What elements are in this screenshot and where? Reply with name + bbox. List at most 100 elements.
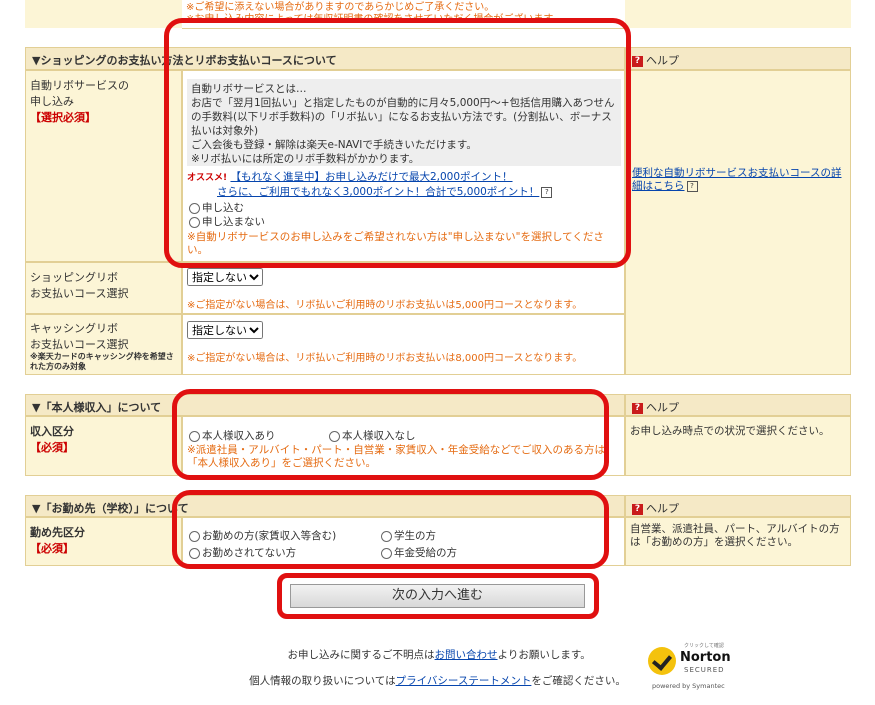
work-help-cell: 自営業、派遣社員、パート、アルバイトの方は「お勤めの方」を選択ください。 <box>625 517 851 566</box>
radio-circle-icon[interactable] <box>189 547 200 559</box>
auto-revo-options: 申し込む 申し込まない <box>189 201 265 229</box>
income-note: ※派遣社員・アルバイト・パート・自営業・家賃収入・年金受給などでご収入のある方は… <box>187 444 605 469</box>
cashing-revo-small-note: ※楽天カードのキャッシング枠を希望された方のみ対象 <box>30 352 174 371</box>
auto-revo-label-1: 自動リボサービスの <box>30 79 129 92</box>
income-section-header: ▼「本人様収入」について <box>25 394 625 416</box>
radio-circle-icon[interactable] <box>189 202 200 214</box>
norton-secured: SECURED <box>684 666 725 674</box>
work-help-header: ? ヘルプ <box>625 495 851 517</box>
auto-revo-content-cell: 自動リボサービスとは… お店で「翌月1回払い」と指定したものが自動的に月々5,0… <box>182 70 625 262</box>
top-notes-cell: ※ご希望に添えない場合がありますのであらかじめご了承ください。 ※お申し込み内容… <box>182 0 625 29</box>
work-section-header: ▼「お勤め先（学校）」について <box>25 495 625 517</box>
work-label-cell: 勤め先区分 【必須】 <box>25 517 182 566</box>
income-help-cell: お申し込み時点での状況で選択ください。 <box>625 416 851 476</box>
shopping-revo-cell: 指定しない ※ご指定がない場合は、リボ払いご利用時のリボお支払いは5,000円コ… <box>182 262 625 314</box>
income-help-header: ? ヘルプ <box>625 394 851 416</box>
income-content-cell: 本人様収入あり 本人様収入なし ※派遣社員・アルバイト・パート・自営業・家賃収入… <box>182 416 625 476</box>
revo-help-header: ? ヘルプ <box>625 47 851 70</box>
work-radio-3[interactable]: お勤めされてない方 <box>189 545 296 560</box>
contact-link[interactable]: お問い合わせ <box>435 649 498 661</box>
footer-line-2: 個人情報の取り扱いについてはプライバシーステートメントをご確認ください。 <box>0 673 875 688</box>
required-badge: 【選択必須】 <box>30 111 96 124</box>
required-badge: 【必須】 <box>30 542 74 555</box>
required-badge: 【必須】 <box>30 441 74 454</box>
top-note-2: ※お申し込み内容によっては年収証明書の確認をさせていただく場合がございます。 <box>186 14 563 25</box>
radio-circle-icon[interactable] <box>189 530 200 542</box>
footer-text-2: よりお願いします。 <box>497 649 591 661</box>
desc-line-2: お店で「翌月1回払い」と指定したものが自動的に月々5,000円～+包括信用購入あ… <box>191 97 615 137</box>
cashing-revo-label-2: お支払いコース選択 <box>30 338 129 351</box>
promo-block: オススメ! 【もれなく進呈中】お申し込みだけで最大2,000ポイント！ さらに、… <box>187 170 621 199</box>
help-icon: ? <box>632 55 643 67</box>
footer-text-3: 個人情報の取り扱いについては <box>249 675 396 687</box>
top-label-cell <box>25 0 182 28</box>
cashing-revo-select[interactable]: 指定しない <box>187 321 263 339</box>
question-icon[interactable]: ? <box>686 180 698 192</box>
cashing-revo-label-cell: キャッシングリボ お支払いコース選択 ※楽天カードのキャッシング枠を希望された方… <box>25 314 182 375</box>
auto-revo-label-cell: 自動リボサービスの 申し込み 【選択必須】 <box>25 70 182 262</box>
shopping-revo-label-cell: ショッピングリボ お支払いコース選択 <box>25 262 182 314</box>
work-radio-4-label: 年金受給の方 <box>394 547 457 559</box>
privacy-link[interactable]: プライバシーステートメント <box>396 675 532 687</box>
promo-link-2[interactable]: さらに、ご利用でもれなく3,000ポイント！合計で5,000ポイント！ <box>217 186 539 198</box>
radio-apply-label: 申し込む <box>202 202 244 214</box>
radio-circle-icon[interactable] <box>381 530 392 542</box>
cashing-revo-label-1: キャッシングリボ <box>30 322 118 335</box>
work-label: 勤め先区分 <box>30 526 85 539</box>
radio-circle-icon[interactable] <box>329 430 340 442</box>
promo-link-1[interactable]: 【もれなく進呈中】お申し込みだけで最大2,000ポイント！ <box>230 171 512 183</box>
help-icon: ? <box>632 503 643 515</box>
help-label[interactable]: ヘルプ <box>646 401 679 414</box>
income-radio-2-label: 本人様収入なし <box>342 430 416 442</box>
income-label: 収入区分 <box>30 425 74 438</box>
help-icon: ? <box>632 402 643 414</box>
auto-revo-description: 自動リボサービスとは… お店で「翌月1回払い」と指定したものが自動的に月々5,0… <box>187 79 621 166</box>
work-content-cell: お勤めの方(家賃収入等含む) 学生の方 お勤めされてない方 年金受給の方 <box>182 517 625 566</box>
revo-help-link[interactable]: 便利な自動リボサービスお支払いコースの詳細はこちら <box>632 167 841 192</box>
shopping-revo-select[interactable]: 指定しない <box>187 268 263 286</box>
shopping-revo-note: ※ご指定がない場合は、リボ払いご利用時のリボお支払いは5,000円コースとなりま… <box>187 300 583 311</box>
help-label[interactable]: ヘルプ <box>646 502 679 515</box>
revo-help-cell: 便利な自動リボサービスお支払いコースの詳細はこちら? <box>625 70 851 375</box>
next-button[interactable]: 次の入力へ進む <box>290 584 585 608</box>
radio-apply[interactable]: 申し込む <box>189 201 265 215</box>
norton-check-icon <box>648 647 676 675</box>
footer-text-1: お申し込みに関するご不明点は <box>287 649 435 661</box>
revo-help-text: 便利な自動リボサービスお支払いコースの詳細はこちら? <box>632 167 848 193</box>
norton-badge[interactable]: クリックして確認 Norton SECURED powered by Syman… <box>648 642 738 698</box>
top-help-cell <box>625 0 851 28</box>
desc-line-4: ※リボ払いには所定のリボ手数料がかかります。 <box>191 153 420 165</box>
norton-name: Norton <box>680 650 731 665</box>
question-icon[interactable]: ? <box>541 186 553 198</box>
revo-section-header: ▼ショッピングのお支払い方法とリボお支払いコースについて <box>25 47 625 70</box>
radio-circle-icon[interactable] <box>189 216 200 228</box>
income-radio-2[interactable]: 本人様収入なし <box>329 428 416 443</box>
cashing-revo-note: ※ご指定がない場合は、リボ払いご利用時のリボお支払いは8,000円コースとなりま… <box>187 353 583 364</box>
radio-not-apply[interactable]: 申し込まない <box>189 215 265 229</box>
radio-not-apply-label: 申し込まない <box>202 216 265 228</box>
income-label-cell: 収入区分 【必須】 <box>25 416 182 476</box>
work-radio-2[interactable]: 学生の方 <box>381 528 436 543</box>
footer-text-4: をご確認ください。 <box>531 675 626 687</box>
shopping-revo-label-1: ショッピングリボ <box>30 271 118 284</box>
norton-top-text: クリックして確認 <box>684 643 724 649</box>
work-radio-4[interactable]: 年金受給の方 <box>381 545 457 560</box>
radio-circle-icon[interactable] <box>189 430 200 442</box>
work-radio-2-label: 学生の方 <box>394 530 436 542</box>
income-radio-1[interactable]: 本人様収入あり <box>189 428 276 443</box>
work-radio-1[interactable]: お勤めの方(家賃収入等含む) <box>189 528 336 543</box>
auto-revo-label-2: 申し込み <box>30 95 74 108</box>
cashing-revo-cell: 指定しない ※ご指定がない場合は、リボ払いご利用時のリボお支払いは8,000円コ… <box>182 314 625 375</box>
work-radio-1-label: お勤めの方(家賃収入等含む) <box>202 530 337 542</box>
norton-powered: powered by Symantec <box>652 682 725 690</box>
help-label[interactable]: ヘルプ <box>646 54 679 67</box>
auto-revo-note: ※自動リボサービスのお申し込みをご希望されない方は"申し込まない"を選択してくだ… <box>187 231 604 256</box>
desc-line-3: ご入会後も登録・解除は楽天e-NAVIで手続きいただけます。 <box>191 139 477 151</box>
footer-line-1: お申し込みに関するご不明点はお問い合わせよりお願いします。 <box>0 647 875 662</box>
shopping-revo-label-2: お支払いコース選択 <box>30 287 129 300</box>
desc-line-1: 自動リボサービスとは… <box>191 83 307 95</box>
radio-circle-icon[interactable] <box>381 547 392 559</box>
osusume-badge: オススメ! <box>187 173 228 183</box>
work-radio-3-label: お勤めされてない方 <box>202 547 297 559</box>
income-radio-1-label: 本人様収入あり <box>202 430 276 442</box>
